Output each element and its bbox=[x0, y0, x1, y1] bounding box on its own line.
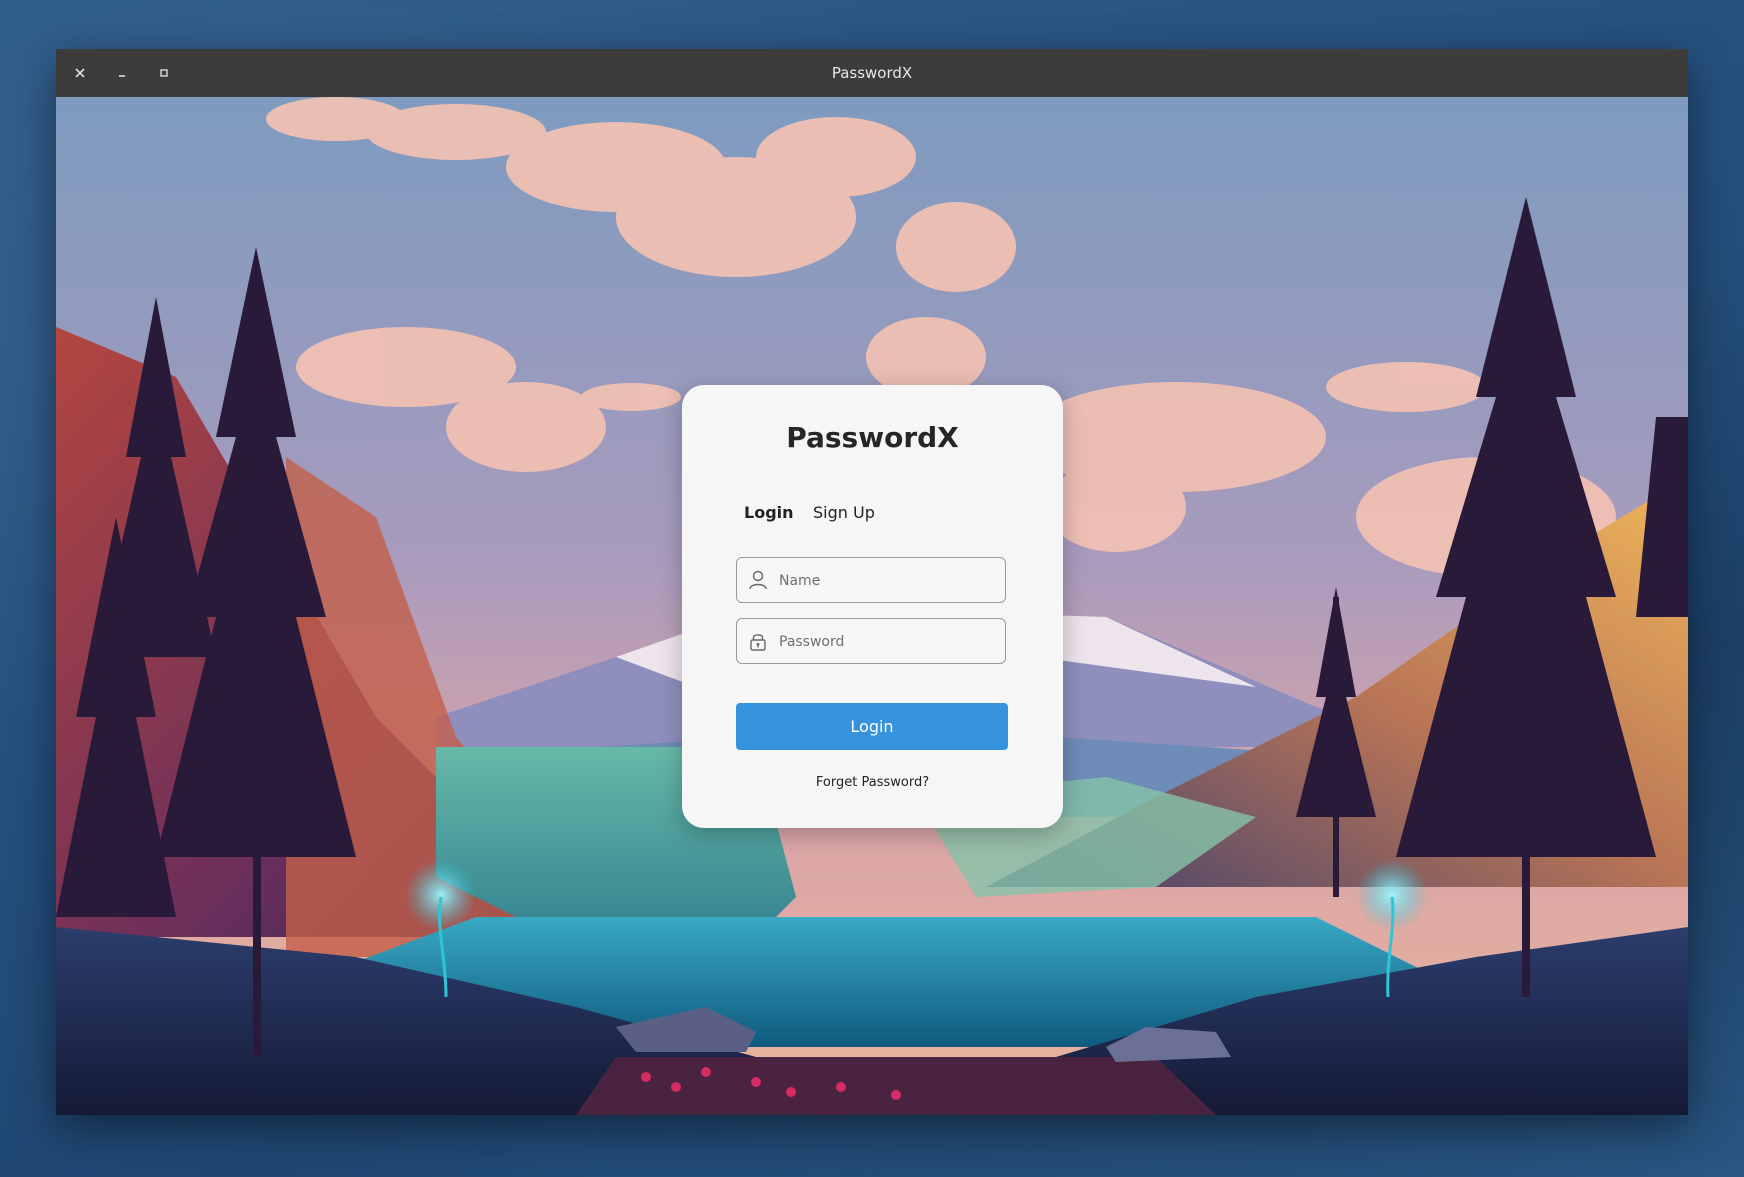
login-card: PasswordX Login Sign Up Login bbox=[682, 385, 1063, 828]
name-field[interactable] bbox=[736, 557, 1006, 603]
password-input[interactable] bbox=[777, 619, 1001, 664]
forgot-password-link[interactable]: Forget Password? bbox=[682, 775, 1063, 790]
title-bar: PasswordX bbox=[56, 49, 1688, 97]
password-field[interactable] bbox=[736, 618, 1006, 664]
user-icon bbox=[749, 570, 767, 590]
lock-icon bbox=[750, 634, 766, 651]
name-input[interactable] bbox=[777, 558, 1001, 603]
app-window: PasswordX PasswordX Login Sign Up Name L… bbox=[56, 49, 1688, 1115]
tab-login[interactable]: Login bbox=[744, 503, 794, 522]
card-title: PasswordX bbox=[786, 421, 959, 454]
desktop-background: PasswordX PasswordX Login Sign Up Name L… bbox=[0, 0, 1744, 1177]
login-button[interactable]: Login bbox=[736, 703, 1008, 750]
tab-sign-up[interactable]: Sign Up bbox=[813, 503, 875, 522]
window-title: PasswordX bbox=[831, 64, 913, 82]
